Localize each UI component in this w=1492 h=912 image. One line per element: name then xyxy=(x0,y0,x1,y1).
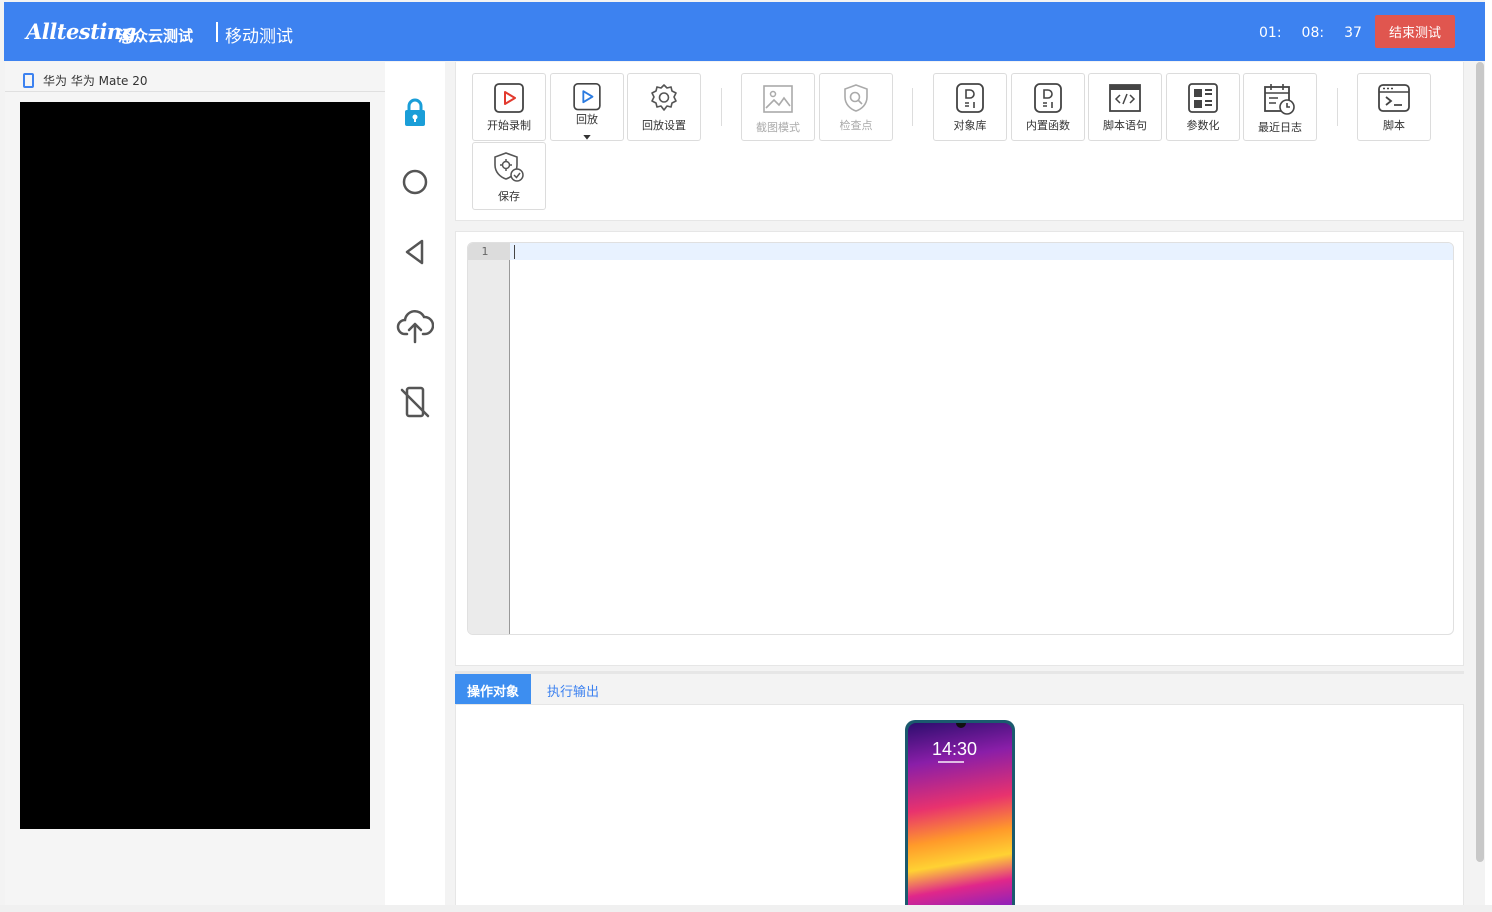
line-number: 1 xyxy=(468,243,510,260)
toolbar: 开始录制 回放 回放设置 截图模式 检查点 对象库 内置函数 脚本语句 参数化 … xyxy=(455,62,1464,221)
window-bottom-edge xyxy=(0,905,1492,912)
toolbar-divider xyxy=(912,88,913,126)
editor-gutter xyxy=(468,243,510,634)
device-controls xyxy=(385,62,445,907)
toolbar-divider xyxy=(1337,88,1338,126)
phone-notch xyxy=(956,723,966,728)
screenshot-mode-label: 截图模式 xyxy=(756,121,800,134)
shield-search-icon xyxy=(844,84,868,112)
timer-hours: 01: xyxy=(1259,25,1282,41)
device-panel: 华为 华为 Mate 20 xyxy=(5,62,385,907)
chevron-down-icon xyxy=(583,135,591,140)
object-library-icon xyxy=(956,83,984,113)
section-title: 移动测试 xyxy=(225,27,293,47)
parameterize-button[interactable]: 参数化 xyxy=(1166,73,1240,141)
function-icon xyxy=(1034,83,1062,113)
screenshot-mode-button[interactable]: 截图模式 xyxy=(741,73,815,141)
playback-button[interactable]: 回放 xyxy=(550,73,624,141)
gear-icon xyxy=(651,84,677,111)
lock-button[interactable] xyxy=(395,92,435,132)
object-library-label: 对象库 xyxy=(953,119,987,132)
code-window-icon xyxy=(1109,84,1141,112)
playback-label: 回放 xyxy=(576,113,598,127)
save-button[interactable]: 保存 xyxy=(472,142,546,210)
tab-objects[interactable]: 操作对象 xyxy=(455,674,532,706)
save-label: 保存 xyxy=(498,190,520,203)
phone-preview-screen: 14:30 xyxy=(908,723,1012,906)
start-record-label: 开始录制 xyxy=(487,119,531,132)
builtin-functions-button[interactable]: 内置函数 xyxy=(1011,73,1085,141)
builtin-functions-label: 内置函数 xyxy=(1026,119,1070,132)
checkpoint-button[interactable]: 检查点 xyxy=(819,73,893,141)
editor-panel: 1 xyxy=(455,231,1464,666)
phone-preview[interactable]: 14:30 xyxy=(905,720,1015,906)
recent-logs-button[interactable]: 最近日志 xyxy=(1243,73,1317,141)
app-header: Alltesting 泽众云测试 移动测试 01: 08: 37 结束测试 xyxy=(4,2,1485,61)
disconnect-button[interactable] xyxy=(395,382,435,422)
active-line-highlight xyxy=(510,243,1453,260)
upload-button[interactable] xyxy=(395,305,435,345)
timer-minutes: 08: xyxy=(1301,25,1325,41)
playback-settings-button[interactable]: 回放设置 xyxy=(627,73,701,141)
start-record-button[interactable]: 开始录制 xyxy=(472,73,546,141)
page-scrollbar[interactable] xyxy=(1476,62,1484,862)
objects-panel: 14:30 xyxy=(455,704,1464,907)
script-editor[interactable]: 1 xyxy=(467,242,1454,635)
phone-clock: 14:30 xyxy=(932,739,978,759)
tab-output[interactable]: 执行输出 xyxy=(535,674,611,706)
brand-name: 泽众云测试 xyxy=(118,27,194,45)
parameterize-label: 参数化 xyxy=(1186,119,1220,132)
image-icon xyxy=(763,85,793,113)
text-caret xyxy=(514,245,515,259)
record-play-icon xyxy=(494,83,524,113)
parameter-grid-icon xyxy=(1188,83,1218,113)
end-test-button[interactable]: 结束测试 xyxy=(1375,15,1455,48)
script-label: 脚本 xyxy=(1383,119,1405,132)
shield-gear-save-icon xyxy=(494,152,524,182)
device-screen[interactable] xyxy=(20,102,370,829)
phone-disabled-icon xyxy=(400,386,430,418)
checkpoint-label: 检查点 xyxy=(839,119,873,132)
playback-icon xyxy=(573,83,601,111)
toolbar-divider xyxy=(721,88,722,126)
header-separator xyxy=(216,22,218,42)
bottom-tabs: 操作对象 执行输出 xyxy=(455,671,1464,706)
script-button[interactable]: 脚本 xyxy=(1357,73,1431,141)
timer-seconds: 37 xyxy=(1344,25,1362,41)
lock-icon xyxy=(405,98,425,126)
script-statement-button[interactable]: 脚本语句 xyxy=(1088,73,1162,141)
terminal-icon xyxy=(1378,84,1410,112)
home-button[interactable] xyxy=(395,162,435,202)
back-button[interactable] xyxy=(395,232,435,272)
script-statement-label: 脚本语句 xyxy=(1103,119,1147,132)
device-title-bar: 华为 华为 Mate 20 xyxy=(5,68,385,92)
calendar-clock-icon xyxy=(1264,84,1295,115)
device-name: 华为 华为 Mate 20 xyxy=(43,74,148,88)
playback-settings-label: 回放设置 xyxy=(642,119,686,132)
session-timer: 01: 08: 37 xyxy=(1259,25,1362,41)
cloud-upload-icon xyxy=(396,310,434,344)
object-library-button[interactable]: 对象库 xyxy=(933,73,1007,141)
triangle-back-icon xyxy=(405,239,424,265)
phone-icon xyxy=(23,73,34,88)
window-right-edge xyxy=(1485,0,1492,912)
circle-icon xyxy=(402,169,428,195)
phone-date-line xyxy=(938,761,964,763)
recent-logs-label: 最近日志 xyxy=(1258,121,1302,134)
